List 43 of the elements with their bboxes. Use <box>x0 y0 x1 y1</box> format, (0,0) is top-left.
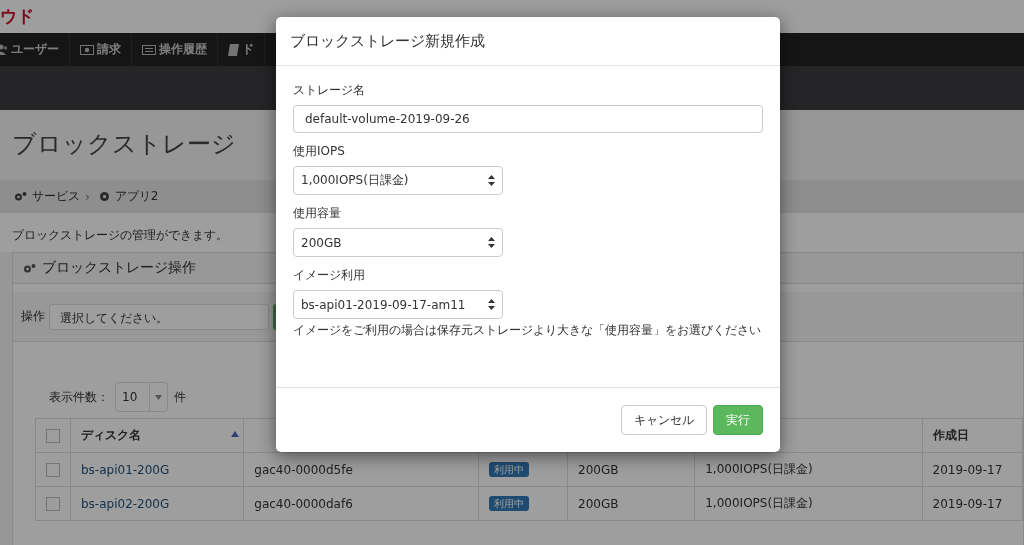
page-size-select[interactable]: 10 <box>115 382 169 412</box>
table-cell: gac40-0000daf6 <box>243 486 479 521</box>
status-badge: 利用中 <box>488 462 529 477</box>
input-field[interactable]: default-volume-2019-09-26 <box>293 105 763 133</box>
table-cell: 2019-09-17 <box>922 486 1023 521</box>
list-icon <box>142 44 156 55</box>
checkbox[interactable] <box>46 428 60 443</box>
table-cell: 2019-09-17 <box>922 452 1023 487</box>
gears-icon <box>14 191 27 202</box>
column-header[interactable]: 作成日 <box>922 418 1023 453</box>
book-icon <box>228 43 239 56</box>
banknote-icon <box>80 44 94 55</box>
help-text: イメージをご利用の場合は保存元ストレージより大きな「使用容量」をお選びください <box>293 322 762 339</box>
operation-select[interactable]: 選択してください。 <box>49 303 269 330</box>
select-field[interactable]: bs-api01-2019-09-17-am11 <box>293 290 503 319</box>
operation-label: 操作 <box>21 308 45 325</box>
page-title: ブロックストレージ <box>11 129 236 160</box>
gears-icon <box>23 262 36 274</box>
gear-icon <box>98 191 110 202</box>
field-label: イメージ利用 <box>293 267 366 284</box>
caret-down-icon <box>155 394 163 400</box>
up-down-arrows-icon <box>488 299 495 310</box>
field-label: ストレージ名 <box>293 82 366 99</box>
checkbox[interactable] <box>46 462 60 477</box>
breadcrumb-link[interactable]: アプリ2 <box>114 188 159 205</box>
column-header[interactable]: ディスク名 <box>70 418 244 453</box>
cancel-button[interactable]: キャンセル <box>621 405 707 435</box>
breadcrumb-separator: › <box>85 189 90 204</box>
modal-title: ブロックストレージ新規作成 <box>290 32 485 50</box>
panel-title: ブロックストレージ操作 <box>42 259 196 277</box>
table-cell: 200GB <box>567 486 695 521</box>
field-label: 使用IOPS <box>293 143 346 160</box>
status-badge: 利用中 <box>488 496 529 511</box>
checkbox[interactable] <box>46 496 60 511</box>
page-size-unit: 件 <box>174 388 187 406</box>
select-field[interactable]: 1,000IOPS(日課金) <box>293 166 503 195</box>
breadcrumb-link[interactable]: サービス <box>32 188 80 205</box>
page-size-label: 表示件数： <box>49 388 109 406</box>
up-down-arrows-icon <box>488 175 495 186</box>
up-down-arrows-icon <box>488 237 495 248</box>
brand-logo: ウド <box>0 5 34 28</box>
table-cell: 1,000IOPS(日課金) <box>694 486 923 521</box>
select-field[interactable]: 200GB <box>293 228 503 257</box>
